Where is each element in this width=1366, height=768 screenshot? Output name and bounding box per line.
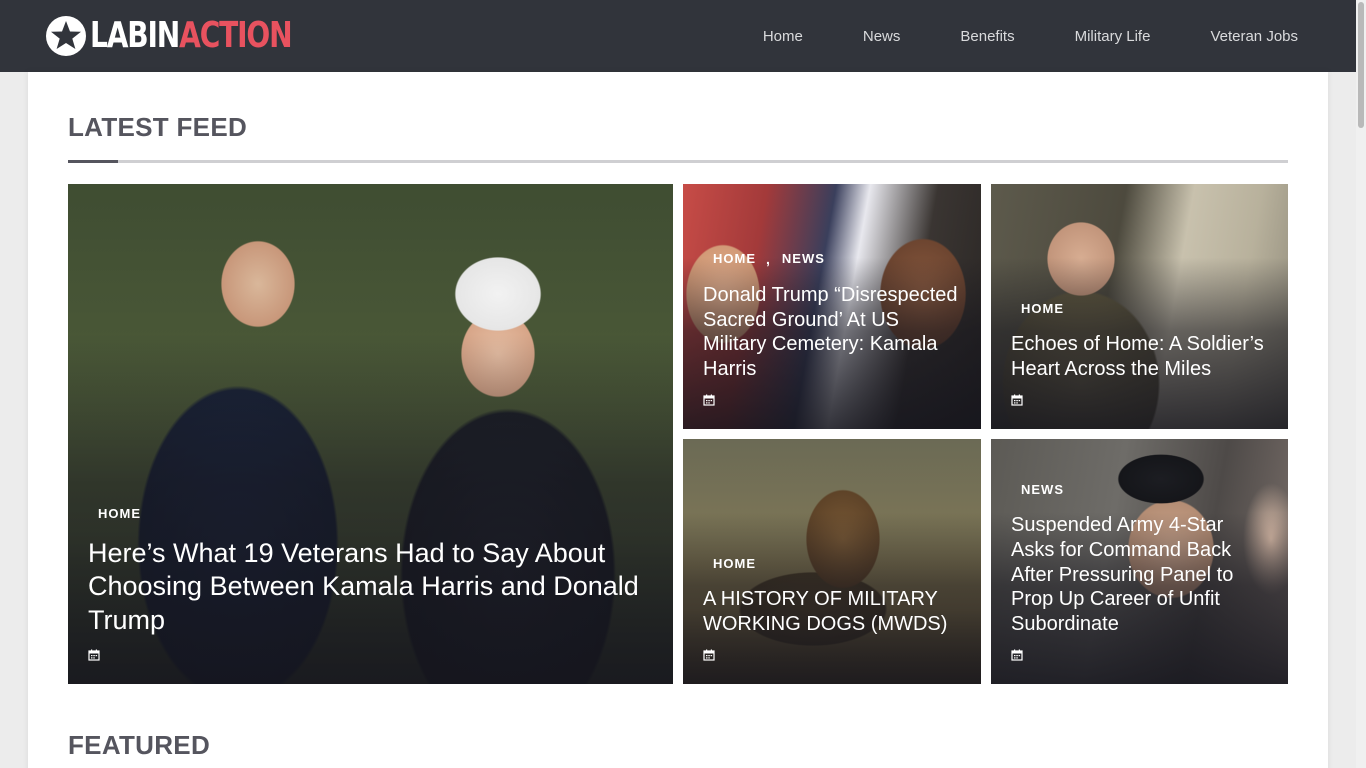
nav-benefits[interactable]: Benefits — [960, 28, 1014, 45]
category-link[interactable]: HOME — [98, 506, 141, 521]
nav-military-life[interactable]: Military Life — [1075, 28, 1151, 45]
post-categories: NEWS — [1011, 482, 1270, 497]
category-separator: , — [766, 250, 770, 267]
nav-news[interactable]: News — [863, 28, 901, 45]
feed-card[interactable]: HOME Echoes of Home: A Soldier’s Heart A… — [991, 184, 1288, 429]
feed-card[interactable]: HOME , NEWS Donald Trump “Disrespected S… — [683, 184, 981, 429]
post-title[interactable]: Suspended Army 4-Star Asks for Command B… — [1011, 513, 1270, 637]
nav-home[interactable]: Home — [763, 28, 803, 45]
category-link[interactable]: HOME — [1021, 301, 1064, 316]
calendar-icon — [703, 649, 715, 661]
calendar-icon — [703, 394, 715, 406]
post-content: HOME A HISTORY OF MILITARY WORKING DOGS … — [703, 556, 963, 666]
logo-text-action: ACTION — [179, 15, 292, 56]
post-content: NEWS Suspended Army 4-Star Asks for Comm… — [1011, 482, 1270, 666]
category-link[interactable]: NEWS — [782, 251, 825, 266]
calendar-icon — [1011, 649, 1023, 661]
site-header: LABINACTION Home News Benefits Military … — [0, 0, 1356, 72]
nav-veteran-jobs[interactable]: Veteran Jobs — [1210, 28, 1298, 45]
post-title[interactable]: Here’s What 19 Veterans Had to Say About… — [88, 537, 655, 637]
post-categories: HOME — [1011, 301, 1270, 316]
feed-card[interactable]: HOME A HISTORY OF MILITARY WORKING DOGS … — [683, 439, 981, 684]
calendar-icon — [1011, 394, 1023, 406]
star-icon — [46, 16, 86, 56]
category-link[interactable]: HOME — [713, 251, 756, 266]
featured-heading: FEATURED — [68, 730, 211, 760]
post-categories: HOME — [703, 556, 963, 571]
post-title[interactable]: Echoes of Home: A Soldier’s Heart Across… — [1011, 332, 1270, 382]
category-link[interactable]: HOME — [713, 556, 756, 571]
section-divider-accent — [68, 160, 118, 163]
post-content: HOME , NEWS Donald Trump “Disrespected S… — [703, 251, 963, 411]
post-title[interactable]: A HISTORY OF MILITARY WORKING DOGS (MWDS… — [703, 587, 963, 637]
logo-text-labin: LABIN — [90, 15, 180, 56]
scrollbar-thumb[interactable] — [1358, 2, 1364, 128]
main-nav: Home News Benefits Military Life Veteran… — [703, 0, 1298, 72]
post-title[interactable]: Donald Trump “Disrespected Sacred Ground… — [703, 283, 963, 382]
feed-card[interactable]: NEWS Suspended Army 4-Star Asks for Comm… — [991, 439, 1288, 684]
site-logo[interactable]: LABINACTION — [46, 16, 348, 56]
post-content: HOME Echoes of Home: A Soldier’s Heart A… — [1011, 301, 1270, 411]
post-categories: HOME — [88, 506, 655, 521]
latest-feed-heading: LATEST FEED — [68, 112, 248, 142]
main-content: LATEST FEED HOME Here’s What 19 Veterans… — [28, 72, 1328, 768]
post-content: HOME Here’s What 19 Veterans Had to Say … — [88, 506, 655, 666]
section-divider — [68, 160, 1288, 163]
logo-text: LABINACTION — [90, 15, 293, 56]
post-categories: HOME , NEWS — [703, 251, 963, 267]
page-scrollbar[interactable] — [1356, 0, 1366, 768]
feed-card-large[interactable]: HOME Here’s What 19 Veterans Had to Say … — [68, 184, 673, 684]
calendar-icon — [88, 649, 100, 661]
category-link[interactable]: NEWS — [1021, 482, 1064, 497]
